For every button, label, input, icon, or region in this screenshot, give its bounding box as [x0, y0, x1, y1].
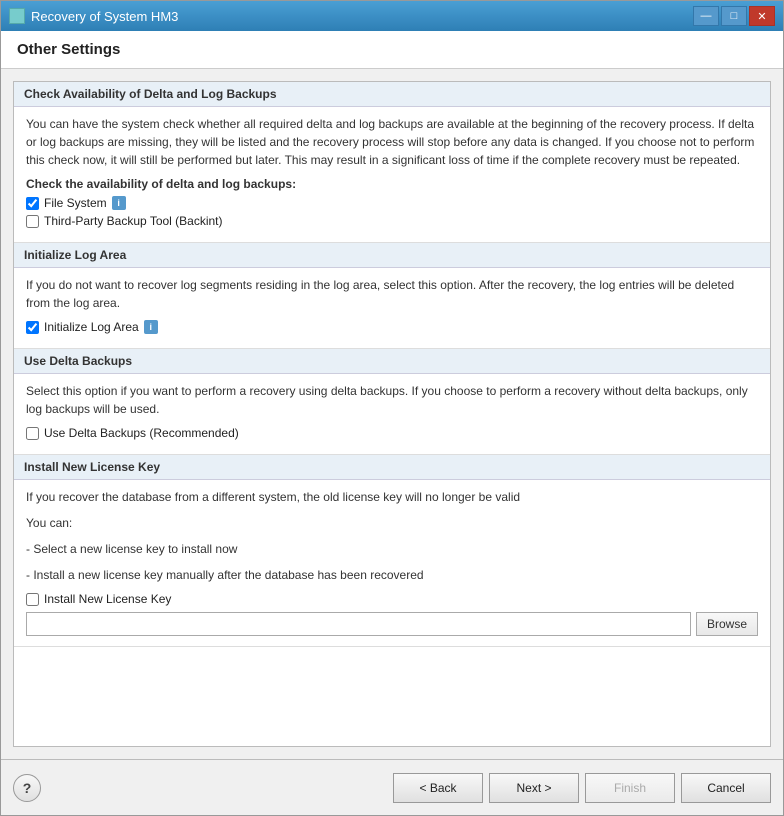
page-title: Other Settings [17, 41, 767, 58]
section-header-delta-log: Check Availability of Delta and Log Back… [14, 82, 770, 107]
license-line-3: - Select a new license key to install no… [26, 540, 758, 558]
section-header-init-log: Initialize Log Area [14, 243, 770, 268]
minimize-button[interactable]: — [693, 6, 719, 26]
usedelta-label[interactable]: Use Delta Backups (Recommended) [44, 426, 239, 440]
filesystem-info-icon[interactable]: i [112, 196, 126, 210]
finish-button[interactable]: Finish [585, 773, 675, 803]
filesystem-checkbox[interactable] [26, 197, 39, 210]
window-title: Recovery of System HM3 [31, 9, 178, 24]
footer: ? < Back Next > Finish Cancel [1, 759, 783, 815]
title-controls: — □ ✕ [693, 6, 775, 26]
thirdparty-checkbox-row: Third-Party Backup Tool (Backint) [26, 214, 758, 228]
license-checkbox-row: Install New License Key [26, 592, 758, 606]
footer-left: ? [13, 774, 41, 802]
initlog-info-icon[interactable]: i [144, 320, 158, 334]
usedelta-checkbox-row: Use Delta Backups (Recommended) [26, 426, 758, 440]
filesystem-label[interactable]: File System [44, 196, 107, 210]
initlog-checkbox-row: Initialize Log Area i [26, 320, 758, 334]
section-body-delta-log: You can have the system check whether al… [14, 107, 770, 242]
license-line-4: - Install a new license key manually aft… [26, 566, 758, 584]
section-license-key: Install New License Key If you recover t… [14, 455, 770, 647]
section-delta-backups: Use Delta Backups Select this option if … [14, 349, 770, 455]
close-button[interactable]: ✕ [749, 6, 775, 26]
initlog-checkbox[interactable] [26, 321, 39, 334]
thirdparty-checkbox[interactable] [26, 215, 39, 228]
section-init-log: Initialize Log Area If you do not want t… [14, 243, 770, 349]
title-bar-left: Recovery of System HM3 [9, 8, 178, 24]
scroll-panel[interactable]: Check Availability of Delta and Log Back… [13, 81, 771, 747]
cancel-button[interactable]: Cancel [681, 773, 771, 803]
main-window: Recovery of System HM3 — □ ✕ Other Setti… [0, 0, 784, 816]
initlog-label[interactable]: Initialize Log Area [44, 320, 139, 334]
section-delta-log: Check Availability of Delta and Log Back… [14, 82, 770, 243]
usedelta-checkbox[interactable] [26, 427, 39, 440]
maximize-button[interactable]: □ [721, 6, 747, 26]
help-button[interactable]: ? [13, 774, 41, 802]
license-input-row: Browse [26, 612, 758, 636]
license-line-2: You can: [26, 514, 758, 532]
license-checkbox[interactable] [26, 593, 39, 606]
title-bar: Recovery of System HM3 — □ ✕ [1, 1, 783, 31]
footer-buttons: < Back Next > Finish Cancel [393, 773, 771, 803]
content-area: Check Availability of Delta and Log Back… [1, 69, 783, 759]
filesystem-checkbox-row: File System i [26, 196, 758, 210]
section-header-license-key: Install New License Key [14, 455, 770, 480]
section-header-delta-backups: Use Delta Backups [14, 349, 770, 374]
license-line-1: If you recover the database from a diffe… [26, 488, 758, 506]
license-label[interactable]: Install New License Key [44, 592, 171, 606]
delta-log-check-label: Check the availability of delta and log … [26, 177, 758, 191]
thirdparty-label[interactable]: Third-Party Backup Tool (Backint) [44, 214, 223, 228]
browse-button[interactable]: Browse [696, 612, 758, 636]
license-key-input[interactable] [26, 612, 691, 636]
section-body-license-key: If you recover the database from a diffe… [14, 480, 770, 646]
back-button[interactable]: < Back [393, 773, 483, 803]
section-body-init-log: If you do not want to recover log segmen… [14, 268, 770, 348]
next-button[interactable]: Next > [489, 773, 579, 803]
delta-backups-description: Select this option if you want to perfor… [26, 382, 758, 418]
init-log-description: If you do not want to recover log segmen… [26, 276, 758, 312]
delta-log-description: You can have the system check whether al… [26, 115, 758, 169]
page-header: Other Settings [1, 31, 783, 69]
section-body-delta-backups: Select this option if you want to perfor… [14, 374, 770, 454]
app-icon [9, 8, 25, 24]
